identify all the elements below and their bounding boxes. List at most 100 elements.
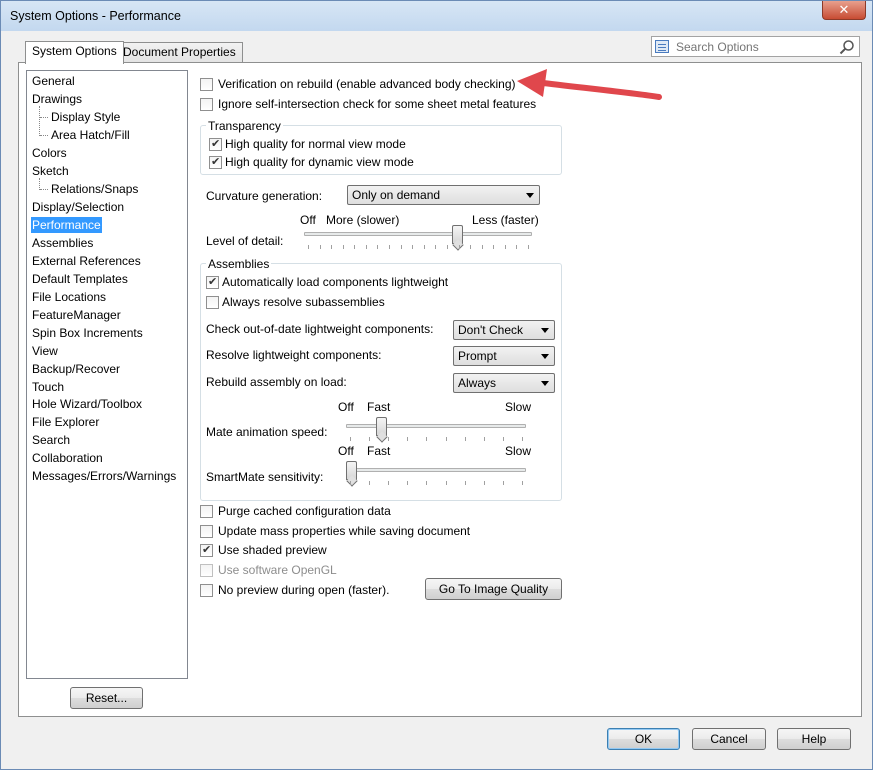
tree-item-default-templates[interactable]: Default Templates xyxy=(31,271,129,287)
slider-tick xyxy=(446,437,447,441)
options-tree[interactable]: General Drawings Display Style Area Hatc… xyxy=(26,70,188,679)
search-options-box[interactable] xyxy=(651,36,860,57)
high-quality-normal-checkbox[interactable] xyxy=(209,137,222,152)
slider-tick xyxy=(484,481,485,485)
cancel-button[interactable]: Cancel xyxy=(692,728,766,750)
mate-animation-speed-slider[interactable] xyxy=(346,415,526,443)
tab-system-options[interactable]: System Options xyxy=(25,41,124,64)
level-of-detail-thumb[interactable] xyxy=(452,225,463,244)
tree-item-collaboration[interactable]: Collaboration xyxy=(31,450,104,466)
tree-item-spin-box-increments[interactable]: Spin Box Increments xyxy=(31,325,144,341)
search-input[interactable] xyxy=(674,38,834,55)
help-button[interactable]: Help xyxy=(777,728,851,750)
slider-tick xyxy=(482,245,483,249)
update-mass-checkbox[interactable] xyxy=(200,525,213,538)
auto-lightweight-checkbox[interactable] xyxy=(206,275,219,290)
ok-button[interactable]: OK xyxy=(607,728,680,750)
high-quality-dynamic-checkbox[interactable] xyxy=(209,155,222,170)
go-to-image-quality-button[interactable]: Go To Image Quality xyxy=(425,578,562,600)
tree-item-sketch[interactable]: Sketch xyxy=(31,163,70,179)
rebuild-on-load-select[interactable]: Always xyxy=(453,373,555,393)
slider-tick xyxy=(426,437,427,441)
tree-item-area-hatch-fill[interactable]: Area Hatch/Fill xyxy=(50,127,131,143)
chevron-down-icon xyxy=(541,381,549,386)
tree-item-view[interactable]: View xyxy=(31,343,59,359)
tree-item-relations-snaps[interactable]: Relations/Snaps xyxy=(50,181,139,197)
tree-item-hole-wizard-toolbox[interactable]: Hole Wizard/Toolbox xyxy=(31,396,143,412)
resolve-lightweight-select[interactable]: Prompt xyxy=(453,346,555,366)
tree-item-file-explorer[interactable]: File Explorer xyxy=(31,414,100,430)
verification-label: Verification on rebuild (enable advanced… xyxy=(218,77,516,91)
rebuild-on-load-value: Always xyxy=(458,376,497,390)
slider-tick xyxy=(465,437,466,441)
slider-tick xyxy=(369,481,370,485)
level-of-detail-label: Level of detail: xyxy=(206,234,284,248)
mate-animation-thumb[interactable] xyxy=(376,417,387,436)
ignore-self-intersection-label: Ignore self-intersection check for some … xyxy=(218,97,537,111)
tree-item-display-selection[interactable]: Display/Selection xyxy=(31,199,125,215)
slider-tick xyxy=(350,437,351,441)
tree-item-drawings[interactable]: Drawings xyxy=(31,91,83,107)
slider-tick xyxy=(366,245,367,249)
transparency-group-title: Transparency xyxy=(206,119,283,133)
mate-animation-fast-label: Fast xyxy=(367,400,391,414)
slider-tick xyxy=(407,437,408,441)
ignore-self-intersection-checkbox[interactable] xyxy=(200,98,213,111)
purge-cached-checkbox[interactable] xyxy=(200,505,213,518)
curvature-generation-select[interactable]: Only on demand xyxy=(347,185,540,205)
title-bar: System Options - Performance ✕ xyxy=(1,1,872,31)
no-preview-label: No preview during open (faster). xyxy=(218,583,390,597)
update-mass-label: Update mass properties while saving docu… xyxy=(218,524,471,538)
slider-tick xyxy=(505,245,506,249)
tree-item-featuremanager[interactable]: FeatureManager xyxy=(31,307,122,323)
slider-tick xyxy=(528,245,529,249)
tree-item-assemblies[interactable]: Assemblies xyxy=(31,235,94,251)
tree-item-backup-recover[interactable]: Backup/Recover xyxy=(31,361,121,377)
tree-connector xyxy=(39,106,40,136)
slider-tick xyxy=(446,481,447,485)
slider-tick xyxy=(484,437,485,441)
smartmate-sensitivity-slider[interactable] xyxy=(346,459,526,487)
tree-item-colors[interactable]: Colors xyxy=(31,145,68,161)
tab-document-properties[interactable]: Document Properties xyxy=(116,42,243,63)
slider-tick xyxy=(470,245,471,249)
tree-item-touch[interactable]: Touch xyxy=(31,379,65,395)
tree-item-general[interactable]: General xyxy=(31,73,76,89)
high-quality-dynamic-label: High quality for dynamic view mode xyxy=(225,155,414,169)
magnifier-icon[interactable] xyxy=(839,39,855,55)
resolve-subassemblies-checkbox[interactable] xyxy=(206,296,219,309)
annotation-arrow-icon xyxy=(517,69,662,100)
smartmate-track xyxy=(346,468,526,472)
reset-button[interactable]: Reset... xyxy=(70,687,143,709)
smartmate-thumb[interactable] xyxy=(346,461,357,480)
slider-tick xyxy=(377,245,378,249)
window-title: System Options - Performance xyxy=(10,9,181,23)
tree-connector xyxy=(40,117,48,118)
tree-item-performance[interactable]: Performance xyxy=(31,217,102,233)
smartmate-fast-label: Fast xyxy=(367,444,391,458)
tree-item-display-style[interactable]: Display Style xyxy=(50,109,121,125)
close-button[interactable]: ✕ xyxy=(822,1,866,20)
no-preview-checkbox[interactable] xyxy=(200,584,213,597)
check-out-of-date-label: Check out-of-date lightweight components… xyxy=(206,322,434,336)
slider-tick xyxy=(354,245,355,249)
check-out-of-date-select[interactable]: Don't Check xyxy=(453,320,555,340)
mate-animation-slow-label: Slow xyxy=(505,400,532,414)
curvature-generation-label: Curvature generation: xyxy=(206,189,323,203)
mate-animation-off-label: Off xyxy=(338,400,354,414)
search-list-icon xyxy=(655,40,669,53)
tree-item-external-references[interactable]: External References xyxy=(31,253,142,269)
resolve-lightweight-label: Resolve lightweight components: xyxy=(206,348,382,362)
verification-checkbox[interactable] xyxy=(200,78,213,91)
shaded-preview-checkbox[interactable] xyxy=(200,543,213,558)
tree-item-search[interactable]: Search xyxy=(31,432,71,448)
tree-connector xyxy=(40,135,48,136)
tree-item-messages-errors-warnings[interactable]: Messages/Errors/Warnings xyxy=(31,468,177,484)
slider-tick xyxy=(522,481,523,485)
level-of-detail-slider[interactable] xyxy=(304,223,532,253)
smartmate-sensitivity-label: SmartMate sensitivity: xyxy=(206,470,324,484)
tree-item-file-locations[interactable]: File Locations xyxy=(31,289,107,305)
slider-tick xyxy=(426,481,427,485)
assemblies-group-title: Assemblies xyxy=(206,257,272,271)
smartmate-off-label: Off xyxy=(338,444,354,458)
